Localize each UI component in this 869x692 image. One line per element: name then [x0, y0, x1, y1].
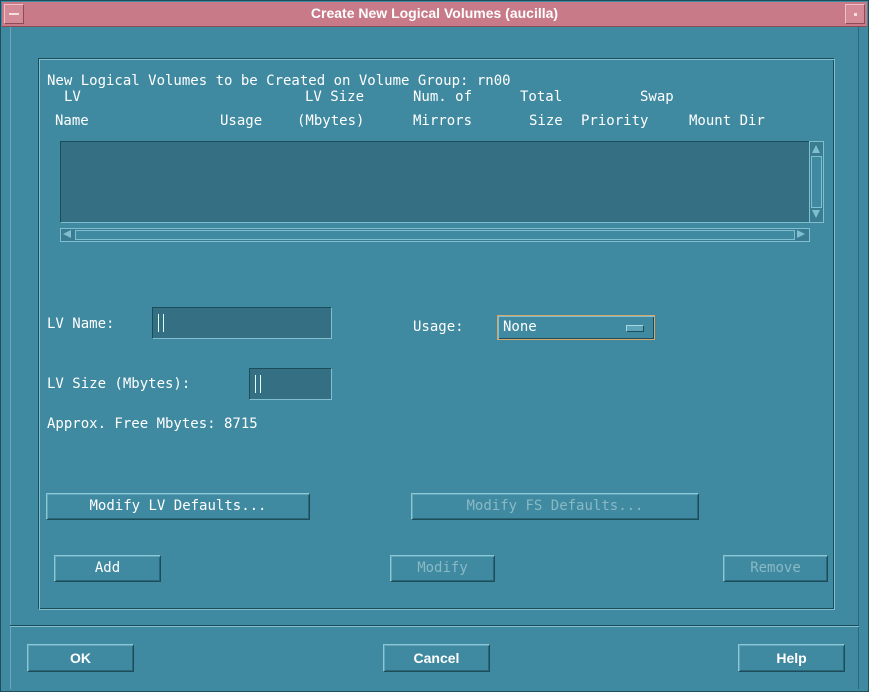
- approx-free-mbytes: Approx. Free Mbytes: 8715: [47, 416, 258, 432]
- scroll-left-arrow-icon[interactable]: [63, 230, 71, 238]
- window-title: Create New Logical Volumes (aucilla): [310, 5, 559, 21]
- scroll-down-arrow-icon[interactable]: [812, 210, 820, 218]
- dialog-window: Create New Logical Volumes (aucilla) New…: [0, 0, 869, 692]
- action-area-separator: [10, 625, 859, 627]
- scroll-right-arrow-icon[interactable]: [797, 230, 805, 238]
- remove-button[interactable]: Remove: [723, 555, 828, 582]
- usage-label: Usage:: [413, 319, 464, 335]
- lv-size-label: LV Size (Mbytes):: [47, 376, 191, 392]
- column-header-total-size-line1: Total: [520, 89, 563, 105]
- option-menu-indicator-icon: [626, 325, 644, 332]
- help-button[interactable]: Help: [738, 644, 845, 672]
- lv-name-input[interactable]: [152, 307, 332, 339]
- modify-lv-defaults-button[interactable]: Modify LV Defaults...: [46, 493, 310, 520]
- column-header-lv-size-line2: (Mbytes): [297, 113, 365, 129]
- usage-select[interactable]: None: [497, 315, 655, 340]
- ok-button[interactable]: OK: [27, 644, 134, 672]
- column-header-lv-name-line1: LV: [64, 89, 81, 105]
- lv-name-label: LV Name:: [47, 316, 115, 332]
- modify-button[interactable]: Modify: [390, 555, 495, 582]
- modify-fs-defaults-button[interactable]: Modify FS Defaults...: [411, 493, 699, 520]
- list-vertical-scrollbar[interactable]: [809, 141, 824, 223]
- column-header-lv-name-line2: Name: [55, 113, 89, 129]
- window-minimize-icon[interactable]: [845, 4, 865, 24]
- column-header-total-size-line2: Size: [529, 113, 563, 129]
- window-border-right: [858, 27, 867, 689]
- list-horizontal-scrollbar[interactable]: [60, 228, 810, 242]
- add-button[interactable]: Add: [54, 555, 161, 582]
- vertical-scroll-thumb[interactable]: [811, 156, 822, 208]
- usage-selected-value: None: [503, 319, 537, 335]
- title-bar[interactable]: Create New Logical Volumes (aucilla): [2, 2, 867, 27]
- lv-size-input[interactable]: [249, 368, 332, 400]
- scroll-up-arrow-icon[interactable]: [812, 145, 820, 153]
- cancel-button[interactable]: Cancel: [383, 644, 490, 672]
- column-header-usage: Usage: [220, 113, 263, 129]
- horizontal-scroll-thumb[interactable]: [75, 230, 795, 240]
- text-cursor-icon: [158, 314, 164, 332]
- column-header-swap-priority-line1: Swap: [640, 89, 674, 105]
- window-border-left: [2, 27, 11, 689]
- column-header-mirrors-line1: Num. of: [413, 89, 473, 105]
- text-cursor-icon: [255, 375, 261, 393]
- list-heading: New Logical Volumes to be Created on Vol…: [47, 73, 511, 89]
- column-header-swap-priority-line2: Priority: [581, 113, 649, 129]
- column-header-lv-size-line1: LV Size: [305, 89, 365, 105]
- column-header-mount-dir: Mount Dir: [689, 113, 765, 129]
- lv-list[interactable]: [60, 141, 810, 223]
- column-header-mirrors-line2: Mirrors: [413, 113, 473, 129]
